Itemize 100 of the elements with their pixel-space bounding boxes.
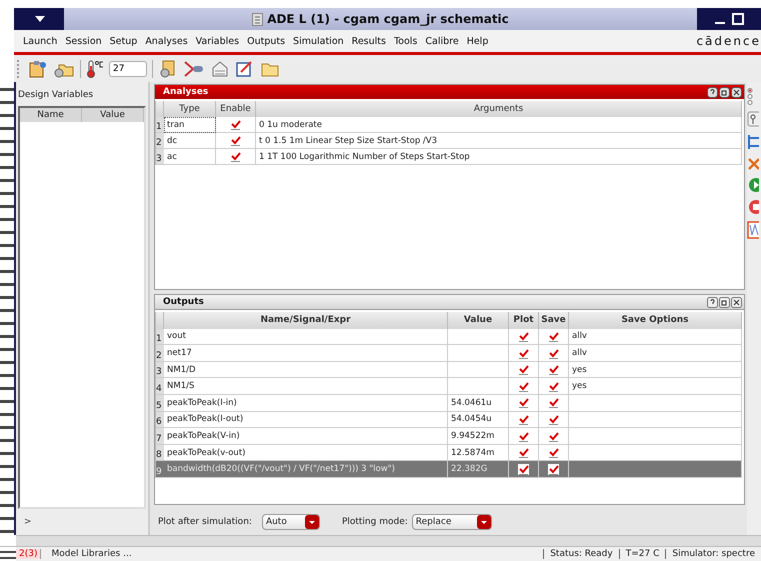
checkbox[interactable] — [548, 414, 559, 425]
panel-title: Design Variables — [18, 89, 94, 102]
table-cell[interactable]: peakToPeak(I-in) — [164, 395, 448, 412]
checkbox[interactable] — [518, 447, 529, 458]
table-cell[interactable] — [448, 345, 509, 362]
table-cell[interactable]: vout — [164, 328, 448, 346]
temperature-field[interactable]: 27 — [109, 60, 147, 76]
row-number: 6 — [156, 412, 164, 428]
checkbox[interactable] — [548, 397, 559, 408]
help-icon[interactable] — [707, 296, 718, 308]
menu-item[interactable]: Session — [65, 36, 102, 46]
column-header[interactable]: Plot — [509, 312, 539, 329]
run-icon[interactable] — [747, 177, 759, 193]
table-cell[interactable] — [569, 461, 742, 478]
checkbox[interactable] — [518, 430, 529, 442]
table-cell[interactable]: peakToPeak(V-in) — [164, 428, 448, 445]
table-cell[interactable]: yes — [569, 378, 742, 396]
table-cell[interactable]: NM1/D — [164, 362, 448, 378]
close-icon[interactable] — [731, 296, 742, 308]
menu-item[interactable]: Calibre — [425, 36, 459, 46]
maximize-icon[interactable] — [731, 12, 745, 26]
clipboard-icon[interactable] — [28, 60, 48, 78]
table-cell[interactable]: 1 1T 100 Logarithmic Number of Steps Start-Stop — [256, 149, 742, 165]
table-cell[interactable] — [569, 412, 742, 428]
table-cell[interactable]: dc — [164, 133, 216, 149]
menu-item[interactable]: Setup — [110, 36, 138, 46]
row-number: 1 — [156, 117, 164, 133]
checkbox[interactable] — [518, 348, 529, 359]
table-cell[interactable]: 22.382G — [448, 461, 509, 478]
menu-item[interactable]: Launch — [23, 36, 58, 46]
waveform-icon[interactable] — [747, 221, 759, 239]
stop-icon[interactable] — [747, 199, 759, 215]
table-cell[interactable]: net17 — [164, 345, 448, 362]
menu-item[interactable]: Simulation — [293, 36, 344, 46]
table-cell[interactable]: t 0 1.5 1m Linear Step Size Start-Stop /V3 — [256, 133, 742, 149]
table-cell[interactable]: NM1/S — [164, 378, 448, 396]
table-cell[interactable]: tran — [164, 117, 216, 133]
temperature-text: T=27 C — [618, 549, 666, 559]
column-header[interactable]: Value — [448, 312, 509, 329]
column-header[interactable]: Enable — [216, 101, 256, 117]
checkbox[interactable] — [548, 464, 559, 475]
menu-item[interactable]: Help — [466, 36, 488, 46]
table-cell[interactable]: 9.94522m — [448, 428, 509, 445]
table-cell[interactable] — [448, 328, 509, 346]
table-cell[interactable] — [448, 378, 509, 396]
menu-item[interactable]: Tools — [394, 36, 418, 46]
help-icon[interactable] — [707, 86, 718, 98]
checkbox[interactable] — [548, 330, 559, 342]
float-icon[interactable] — [719, 296, 730, 308]
table-cell[interactable]: 54.0454u — [448, 412, 509, 428]
checkbox[interactable] — [518, 397, 529, 408]
window-menu-button[interactable] — [16, 8, 64, 30]
menu-item[interactable]: Analyses — [145, 36, 188, 46]
column-header[interactable]: Value — [82, 108, 144, 122]
horizontal-scrollbar[interactable] — [16, 535, 761, 546]
checkbox[interactable] — [518, 380, 529, 392]
table-cell[interactable]: 54.0461u — [448, 395, 509, 412]
checkbox[interactable] — [518, 330, 529, 342]
checkbox[interactable] — [548, 348, 559, 359]
checkbox[interactable] — [548, 364, 559, 376]
close-icon[interactable] — [731, 86, 742, 98]
table-cell[interactable]: yes — [569, 362, 742, 378]
checkbox[interactable] — [230, 151, 241, 162]
status-text: Status: Ready — [543, 549, 619, 559]
column-header[interactable]: Type — [164, 101, 216, 117]
table-cell[interactable]: ac — [164, 149, 216, 165]
checkbox[interactable] — [230, 119, 241, 130]
table-cell[interactable]: peakToPeak(I-out) — [164, 412, 448, 428]
column-header[interactable]: Save Options — [569, 312, 742, 329]
table-cell[interactable] — [448, 362, 509, 378]
table-cell[interactable] — [569, 395, 742, 412]
column-header[interactable]: Arguments — [256, 101, 742, 117]
checkbox[interactable] — [548, 447, 559, 458]
table-cell[interactable]: allv — [569, 328, 742, 346]
checkbox[interactable] — [230, 135, 241, 146]
checkbox[interactable] — [518, 364, 529, 376]
table-cell[interactable]: 0 1u moderate — [256, 117, 742, 133]
prompt-text: > — [23, 516, 33, 529]
menu-item[interactable]: Results — [352, 36, 386, 46]
table-cell[interactable]: allv — [569, 345, 742, 362]
menu-item[interactable]: Variables — [196, 36, 240, 46]
checkbox[interactable] — [518, 464, 529, 475]
checkbox[interactable] — [518, 414, 529, 425]
checkbox[interactable] — [548, 430, 559, 442]
float-icon[interactable] — [719, 86, 730, 98]
table-cell[interactable]: bandwidth(dB20((VF("/vout") / VF("/net17"))) 3 "low") — [164, 461, 448, 478]
row-number: 2 — [156, 133, 164, 149]
checkbox[interactable] — [548, 380, 559, 392]
column-header[interactable]: Name/Signal/Expr — [164, 312, 448, 329]
delete-icon[interactable] — [747, 157, 759, 171]
plotting-mode-dropdown[interactable]: Replace — [412, 514, 492, 530]
menu-item[interactable]: Outputs — [247, 36, 286, 46]
table-cell[interactable] — [569, 428, 742, 445]
column-header[interactable]: Name — [20, 108, 82, 122]
row-number: 4 — [156, 378, 164, 396]
column-header[interactable]: Save — [539, 312, 569, 329]
probe-icon[interactable] — [183, 60, 205, 78]
probe-button-icon[interactable] — [747, 111, 759, 127]
window-title: ADE L (1) - cgam cgam_jr schematic — [267, 12, 509, 26]
plot-after-dropdown[interactable]: Auto — [262, 514, 320, 530]
